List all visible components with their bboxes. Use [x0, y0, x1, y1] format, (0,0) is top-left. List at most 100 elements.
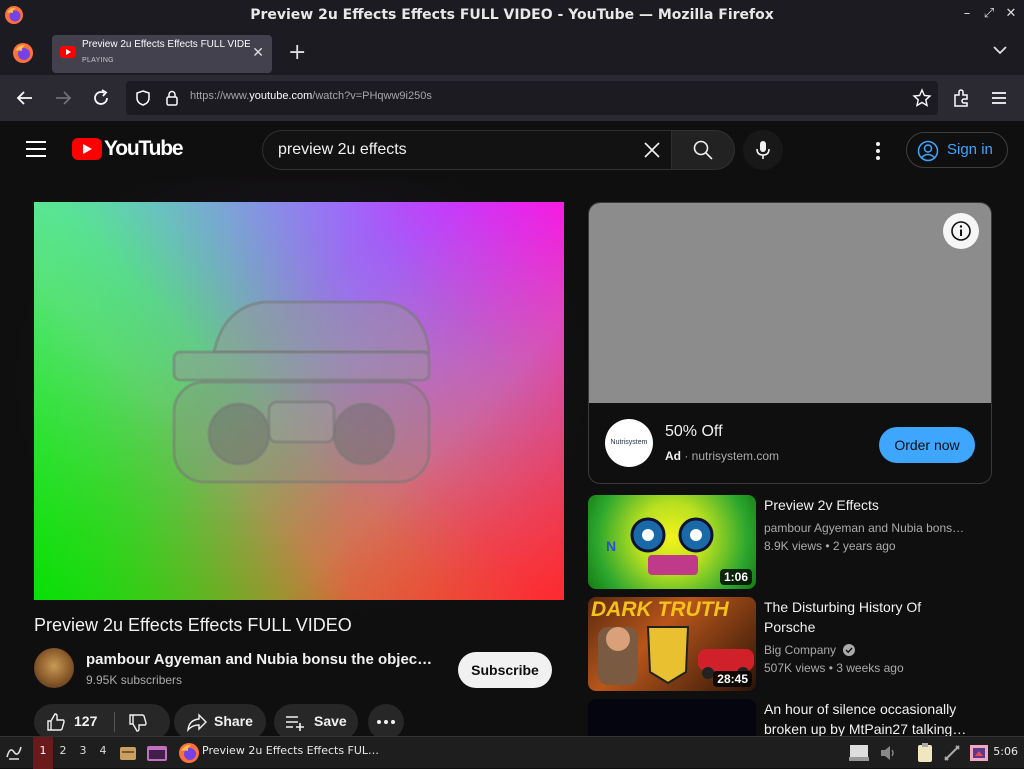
settings-more-icon[interactable]	[866, 140, 890, 162]
sign-in-label: Sign in	[947, 141, 993, 158]
like-divider	[114, 712, 115, 732]
reload-icon[interactable]	[90, 87, 112, 109]
guide-menu-icon[interactable]	[26, 141, 46, 157]
recommendation-item[interactable]: An hour of silence occasionally broken u…	[588, 699, 992, 736]
thumb-dark-truth-text: DARK TRUTH	[591, 598, 729, 621]
extensions-icon[interactable]	[950, 87, 972, 109]
voice-search-button[interactable]	[743, 130, 783, 170]
share-icon	[187, 713, 207, 732]
recommendation-channel[interactable]: Big Company	[764, 643, 856, 657]
workspace-4[interactable]: 4	[93, 737, 113, 769]
verified-icon	[843, 644, 856, 656]
recommendation-meta: 507K views • 3 weeks ago	[764, 661, 904, 675]
recommendation-thumbnail[interactable]	[588, 699, 756, 736]
subscribe-button[interactable]: Subscribe	[458, 652, 552, 688]
volume-icon[interactable]	[878, 743, 898, 763]
task-firefox-title[interactable]: Preview 2u Effects Effects FUL…	[202, 744, 379, 757]
chevron-down-icon[interactable]	[992, 42, 1008, 58]
bookmark-star-icon[interactable]	[912, 88, 932, 108]
ad-media[interactable]	[589, 203, 991, 403]
microphone-icon	[756, 141, 770, 159]
window-title: Preview 2u Effects Effects FULL VIDEO - …	[250, 7, 774, 23]
back-icon[interactable]	[14, 87, 36, 109]
recommendation-title[interactable]: An hour of silence occasionally broken u…	[764, 699, 974, 736]
nav-toolbar: https://www.youtube.com/watch?v=PHqww9i2…	[0, 75, 1024, 121]
recommendation-item[interactable]: DARK TRUTH 28:45 The Disturbing History …	[588, 597, 992, 691]
firefox-view-icon[interactable]	[12, 42, 34, 64]
close-icon[interactable]: ✕	[1004, 5, 1018, 23]
forward-icon[interactable]	[52, 87, 74, 109]
video-duration: 28:45	[713, 671, 752, 687]
screenshot-tool-icon[interactable]	[968, 742, 990, 764]
ad-card[interactable]: Nutrisystem 50% Off Ad · nutrisystem.com…	[588, 202, 992, 484]
search-icon	[693, 140, 713, 160]
clear-search-icon[interactable]	[641, 139, 663, 161]
firefox-task-icon[interactable]	[178, 742, 200, 764]
new-tab-icon[interactable]: +	[288, 40, 306, 65]
clipboard-icon[interactable]	[914, 742, 936, 764]
workspace-2[interactable]: 2	[53, 737, 73, 769]
workspace-3[interactable]: 3	[73, 737, 93, 769]
video-duration: 1:06	[719, 569, 752, 585]
svg-text:N: N	[606, 538, 616, 554]
tab-youtube[interactable]: Preview 2u Effects Effects FULL VIDEO - …	[52, 35, 272, 73]
drive-icon[interactable]	[848, 743, 870, 763]
lock-icon[interactable]	[164, 89, 180, 107]
dislike-icon[interactable]	[128, 713, 148, 733]
recommendation-channel[interactable]: pambour Agyeman and Nubia bons…	[764, 521, 964, 535]
like-icon[interactable]	[46, 712, 66, 732]
youtube-header: YouTube preview 2u effects Sign in	[0, 121, 1024, 179]
more-horizontal-icon	[377, 720, 395, 724]
youtube-favicon-icon	[60, 46, 76, 58]
file-manager-icon[interactable]	[118, 743, 138, 763]
like-count[interactable]: 127	[74, 713, 97, 729]
window-titlebar: Preview 2u Effects Effects FULL VIDEO - …	[0, 0, 1024, 30]
terminal-icon[interactable]	[146, 743, 168, 763]
youtube-logo-text[interactable]: YouTube	[104, 137, 184, 161]
share-label: Share	[214, 713, 253, 729]
ad-headline[interactable]: 50% Off	[665, 423, 723, 441]
shield-icon[interactable]	[134, 89, 152, 107]
clock: 5:06	[993, 745, 1018, 758]
network-icon[interactable]	[942, 743, 962, 763]
recommendation-thumbnail[interactable]: DARK TRUTH 28:45	[588, 597, 756, 691]
maximize-icon[interactable]: ⤢	[982, 5, 996, 23]
channel-avatar[interactable]	[34, 648, 74, 688]
tab-playing-label: PLAYING	[82, 57, 114, 64]
ad-cta-button[interactable]: Order now	[879, 427, 975, 463]
recommendation-item[interactable]: N 1:06 Preview 2v Effects pambour Agyema…	[588, 495, 992, 589]
search-input[interactable]: preview 2u effects	[262, 130, 672, 170]
ad-meta: Ad · nutrisystem.com	[665, 449, 780, 463]
search-button[interactable]	[671, 130, 735, 170]
url-bar[interactable]: https://www.youtube.com/watch?v=PHqww9i2…	[126, 81, 938, 115]
sign-in-button[interactable]: Sign in	[906, 132, 1008, 168]
save-button[interactable]: Save	[274, 704, 358, 740]
start-menu-icon[interactable]	[4, 742, 24, 762]
ad-info-button[interactable]	[943, 213, 979, 249]
video-frame-figure	[172, 300, 431, 484]
minimize-icon[interactable]: –	[960, 5, 974, 23]
tab-close-icon[interactable]: ✕	[252, 45, 264, 61]
tab-title: Preview 2u Effects Effects FULL VIDEO - …	[82, 39, 250, 50]
tab-strip: Preview 2u Effects Effects FULL VIDEO - …	[0, 30, 1024, 75]
recommendation-meta: 8.9K views • 2 years ago	[764, 539, 896, 553]
video-player[interactable]	[34, 202, 564, 600]
subscriber-count: 9.95K subscribers	[86, 673, 183, 687]
share-button[interactable]: Share	[174, 704, 266, 740]
ad-brand-logo[interactable]: Nutrisystem	[605, 419, 653, 467]
more-actions-button[interactable]	[368, 704, 404, 740]
url-text[interactable]: https://www.youtube.com/watch?v=PHqww9i2…	[190, 90, 432, 102]
workspace-1[interactable]: 1	[33, 737, 53, 769]
menu-icon[interactable]	[988, 87, 1010, 109]
system-taskbar: 1 2 3 4 Preview 2u Effects Effects FUL… …	[0, 736, 1024, 769]
window-controls: – ⤢ ✕	[960, 5, 1018, 23]
save-label: Save	[314, 713, 347, 729]
recommendation-thumbnail[interactable]: N 1:06	[588, 495, 756, 589]
recommendation-title[interactable]: The Disturbing History Of Porsche	[764, 597, 974, 637]
recommendation-title[interactable]: Preview 2v Effects	[764, 495, 974, 515]
search-query[interactable]: preview 2u effects	[278, 141, 407, 159]
like-dislike-group: 127	[34, 704, 170, 740]
channel-name[interactable]: pambour Agyeman and Nubia bonsu the obje…	[86, 651, 436, 668]
youtube-logo-icon[interactable]	[72, 138, 102, 160]
playlist-add-icon	[286, 716, 304, 731]
